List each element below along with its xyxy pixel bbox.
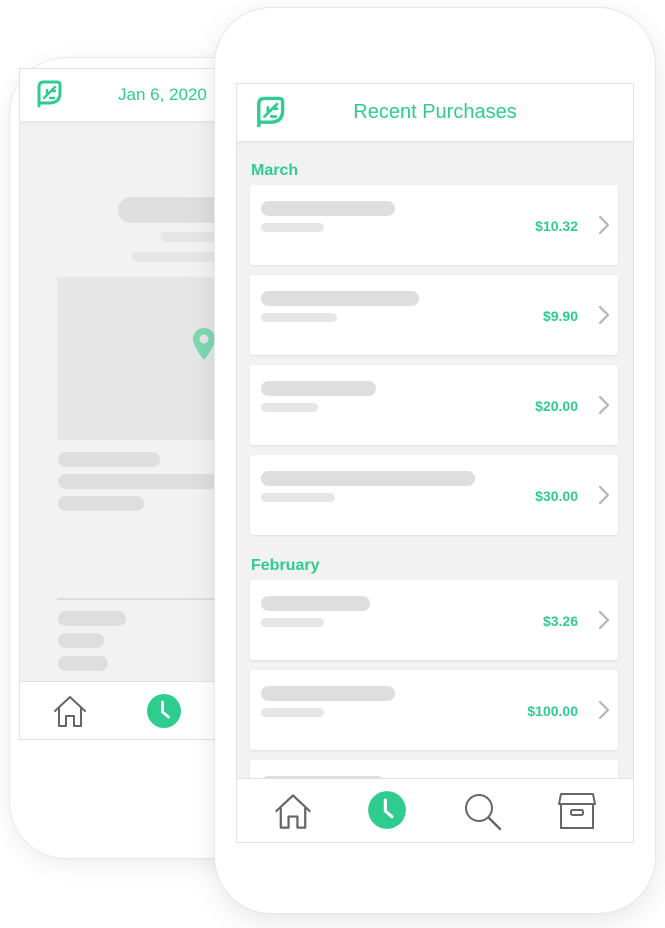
purchase-card[interactable]: $100.00 — [250, 670, 618, 750]
skeleton-line — [261, 381, 376, 396]
skeleton-line — [261, 708, 324, 717]
purchase-price: $100.00 — [527, 703, 578, 719]
skeleton-line — [261, 471, 475, 486]
leaf-icon — [34, 79, 62, 114]
skeleton-line — [261, 223, 324, 232]
skeleton-line — [58, 611, 126, 626]
skeleton-line — [261, 618, 324, 627]
purchase-card[interactable]: $10.32 — [250, 185, 618, 265]
chevron-right-icon — [598, 395, 610, 420]
chevron-right-icon — [598, 305, 610, 330]
front-phone-screen: Recent Purchases March $10.32 $9.90 $20.… — [236, 83, 634, 843]
skeleton-line — [58, 452, 160, 467]
purchase-card[interactable]: $20.00 — [250, 365, 618, 445]
purchase-card[interactable]: $3.26 — [250, 580, 618, 660]
back-header-date: Jan 6, 2020 — [118, 85, 207, 104]
purchase-card[interactable]: $30.00 — [250, 455, 618, 535]
purchase-card[interactable]: $9.90 — [250, 275, 618, 355]
search-icon[interactable] — [462, 791, 504, 838]
tab-bar — [237, 778, 633, 842]
skeleton-line — [261, 201, 395, 216]
skeleton-line — [58, 656, 108, 671]
front-header: Recent Purchases — [237, 84, 633, 142]
skeleton-line — [261, 403, 318, 412]
chevron-right-icon — [598, 700, 610, 725]
skeleton-line — [261, 686, 395, 701]
skeleton-line — [261, 291, 419, 306]
skeleton-line — [58, 633, 104, 648]
purchase-price: $9.90 — [542, 308, 578, 324]
skeleton-line — [261, 313, 337, 322]
chevron-right-icon — [598, 485, 610, 510]
clock-icon[interactable] — [146, 693, 182, 734]
purchase-price: $30.00 — [535, 488, 578, 504]
section-label-march: March — [251, 162, 299, 179]
purchase-price: $20.00 — [535, 398, 578, 414]
section-label-february: February — [251, 557, 320, 574]
purchase-price: $10.32 — [535, 218, 578, 234]
skeleton-line — [261, 596, 370, 611]
archive-box-icon[interactable] — [557, 792, 597, 835]
chevron-right-icon — [598, 215, 610, 240]
skeleton-line — [58, 474, 218, 489]
page-title: Recent Purchases — [353, 101, 517, 123]
front-phone-frame: Recent Purchases March $10.32 $9.90 $20.… — [215, 8, 655, 913]
home-icon[interactable] — [273, 791, 313, 836]
purchase-price: $3.26 — [542, 613, 578, 629]
skeleton-line — [58, 496, 144, 511]
home-icon[interactable] — [52, 694, 88, 733]
chevron-right-icon — [598, 610, 610, 635]
location-pin-icon — [192, 327, 216, 366]
clock-icon[interactable] — [367, 790, 407, 835]
skeleton-line — [261, 493, 335, 502]
